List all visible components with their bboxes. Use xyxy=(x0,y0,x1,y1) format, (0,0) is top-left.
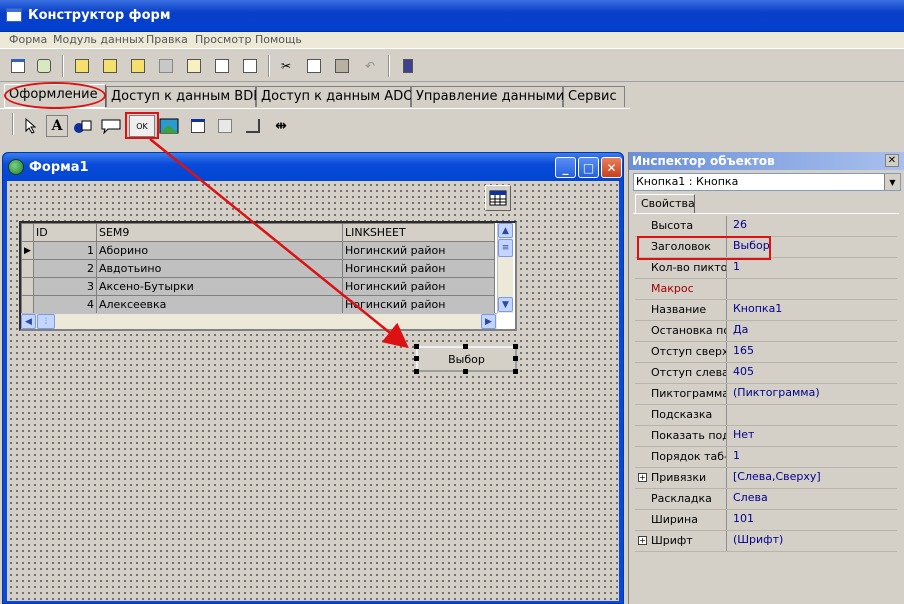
annotation-arrow xyxy=(149,138,409,349)
